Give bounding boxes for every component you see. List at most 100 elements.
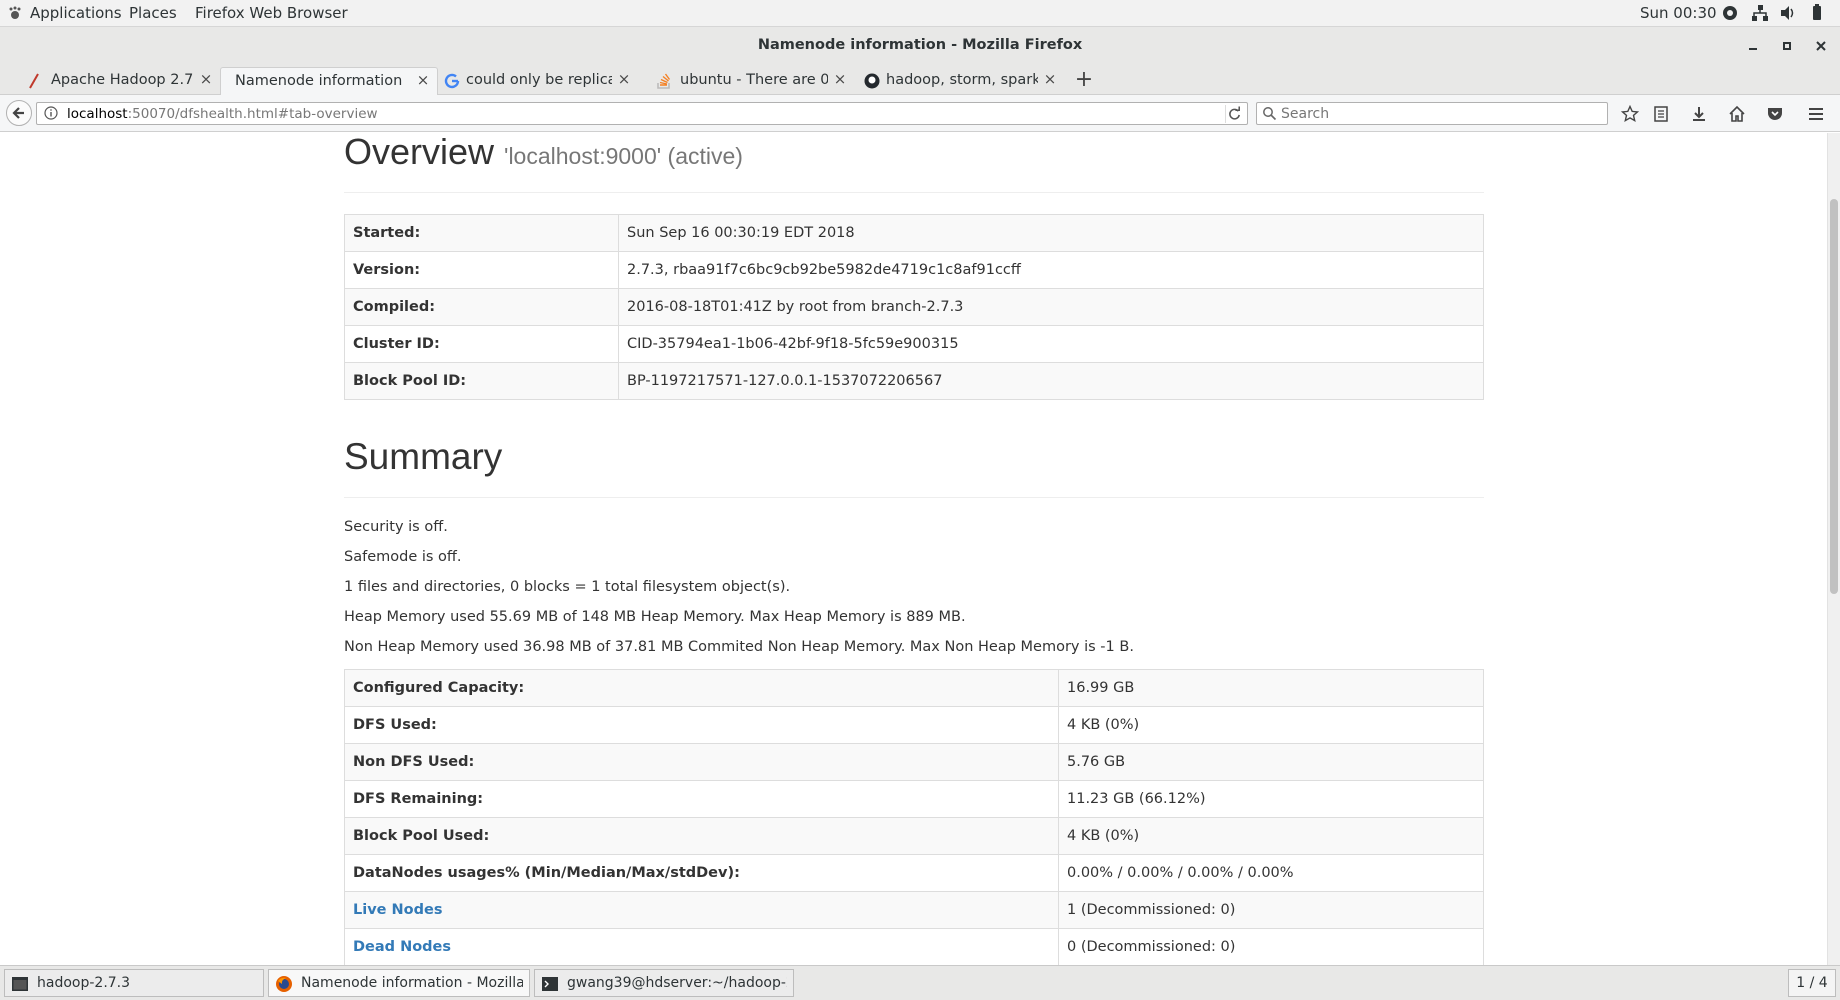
places-menu[interactable]: Places xyxy=(129,4,177,22)
window-title: Namenode information - Mozilla Firefox xyxy=(757,37,1083,53)
firefox-icon xyxy=(276,976,292,992)
row-key-cell: Live Nodes xyxy=(344,891,1059,929)
row-key: DFS Used: xyxy=(344,706,1059,744)
row-value: Sun Sep 16 00:30:19 EDT 2018 xyxy=(618,214,1484,252)
row-value: 1 (Decommissioned: 0) xyxy=(1058,891,1484,929)
tab-close-icon[interactable]: × xyxy=(832,71,848,87)
taskbar-item-label: Namenode information - Mozilla Fir... xyxy=(301,975,523,991)
tab-label: could only be replicat... xyxy=(466,72,612,88)
row-key: Non DFS Used: xyxy=(344,743,1059,781)
row-value: 2016-08-18T01:41Z by root from branch-2.… xyxy=(618,288,1484,326)
new-tab-button[interactable]: + xyxy=(1072,65,1096,95)
tab-could-only-be-replicated[interactable]: could only be replicat... × xyxy=(438,67,638,95)
divider xyxy=(344,497,1484,498)
maximize-icon[interactable] xyxy=(1778,37,1796,55)
dead-nodes-link[interactable]: Dead Nodes xyxy=(353,939,451,955)
firefox-app-menu[interactable]: Firefox Web Browser xyxy=(195,4,348,22)
taskbar-item-terminal[interactable]: gwang39@hdserver:~/hadoop-2.7.3 xyxy=(534,969,794,997)
summary-heading: Summary xyxy=(344,436,503,477)
filesystem-objects: 1 files and directories, 0 blocks = 1 to… xyxy=(344,579,791,595)
window-list-taskbar: hadoop-2.7.3 Namenode information - Mozi… xyxy=(0,965,1840,1000)
network-icon[interactable] xyxy=(1751,4,1769,22)
overview-heading: Overview 'localhost:9000' (active) xyxy=(344,133,743,173)
row-value: 5.76 GB xyxy=(1058,743,1484,781)
tab-close-icon[interactable]: × xyxy=(198,71,214,87)
hamburger-menu-icon[interactable] xyxy=(1807,105,1825,123)
pocket-icon[interactable] xyxy=(1766,105,1784,123)
divider xyxy=(344,192,1484,193)
tab-close-icon[interactable]: × xyxy=(1042,71,1058,87)
url-host: localhost xyxy=(67,106,128,122)
table-row: Block Pool Used: 4 KB (0%) xyxy=(344,817,1484,855)
terminal-icon xyxy=(542,977,558,991)
applications-menu[interactable]: Applications xyxy=(30,4,122,22)
row-value: 0.00% / 0.00% / 0.00% / 0.00% xyxy=(1058,854,1484,892)
table-row: Live Nodes 1 (Decommissioned: 0) xyxy=(344,891,1484,929)
back-button[interactable] xyxy=(6,100,32,126)
clock[interactable]: Sun 00:30 xyxy=(1640,4,1717,22)
search-placeholder: Search xyxy=(1281,106,1330,122)
safemode-status: Safemode is off. xyxy=(344,549,462,565)
hadoop-feather-icon xyxy=(29,73,39,89)
heap-memory: Heap Memory used 55.69 MB of 148 MB Heap… xyxy=(344,609,966,625)
row-value: BP-1197217571-127.0.0.1-1537072206567 xyxy=(618,362,1484,400)
tab-github-hadoop[interactable]: hadoop, storm, spark,... × xyxy=(856,67,1064,95)
search-bar[interactable]: Search xyxy=(1256,102,1608,125)
row-value: 2.7.3, rbaa91f7c6bc9cb92be5982de4719c1c8… xyxy=(618,251,1484,289)
row-value: 4 KB (0%) xyxy=(1058,817,1484,855)
non-heap-memory: Non Heap Memory used 36.98 MB of 37.81 M… xyxy=(344,639,1134,655)
page-content: Overview 'localhost:9000' (active) Start… xyxy=(0,133,1827,965)
accessibility-icon[interactable] xyxy=(1721,4,1739,22)
search-icon xyxy=(1263,107,1277,121)
table-row: DFS Remaining: 11.23 GB (66.12%) xyxy=(344,780,1484,818)
scrollbar-thumb[interactable] xyxy=(1830,199,1838,594)
site-info-icon[interactable] xyxy=(44,106,58,120)
url-bar[interactable]: localhost:50070/dfshealth.html#tab-overv… xyxy=(36,102,1248,125)
tab-close-icon[interactable]: × xyxy=(415,72,431,88)
url-path: :50070/dfshealth.html#tab-overview xyxy=(127,106,378,122)
tab-label: Apache Hadoop 2.7.3 ... xyxy=(51,72,194,88)
row-key: Block Pool ID: xyxy=(344,362,619,400)
volume-icon[interactable] xyxy=(1779,4,1797,22)
downloads-icon[interactable] xyxy=(1690,105,1708,123)
gnome-top-bar: Applications Places Firefox Web Browser … xyxy=(0,0,1840,27)
taskbar-item-label: gwang39@hdserver:~/hadoop-2.7.3 xyxy=(567,975,787,991)
tab-namenode-information[interactable]: Namenode information × xyxy=(220,67,438,96)
navigation-bar: localhost:50070/dfshealth.html#tab-overv… xyxy=(0,95,1840,132)
tab-close-icon[interactable]: × xyxy=(616,71,632,87)
workspace-indicator[interactable]: 1 / 4 xyxy=(1788,969,1836,997)
taskbar-item-hadoop-folder[interactable]: hadoop-2.7.3 xyxy=(4,969,264,997)
row-value: 11.23 GB (66.12%) xyxy=(1058,780,1484,818)
security-status: Security is off. xyxy=(344,519,448,535)
terminal-icon xyxy=(12,977,28,991)
summary-table: Configured Capacity: 16.99 GB DFS Used: 4 … xyxy=(344,669,1484,965)
row-value: 16.99 GB xyxy=(1058,669,1484,707)
table-row: Non DFS Used: 5.76 GB xyxy=(344,743,1484,781)
reload-icon[interactable] xyxy=(1225,105,1243,123)
close-window-icon[interactable] xyxy=(1812,37,1830,55)
live-nodes-link[interactable]: Live Nodes xyxy=(353,902,443,918)
taskbar-item-firefox[interactable]: Namenode information - Mozilla Fir... xyxy=(268,969,530,997)
taskbar-item-label: hadoop-2.7.3 xyxy=(37,975,131,991)
table-row: Dead Nodes 0 (Decommissioned: 0) xyxy=(344,928,1484,965)
power-icon[interactable] xyxy=(1808,4,1826,22)
bookmark-star-icon[interactable] xyxy=(1621,105,1639,123)
table-row: Compiled: 2016-08-18T01:41Z by root from … xyxy=(344,288,1484,326)
tab-apache-hadoop[interactable]: Apache Hadoop 2.7.3 ... × xyxy=(12,67,220,95)
row-key: Version: xyxy=(344,251,619,289)
table-row: Block Pool ID: BP-1197217571-127.0.0.1-15… xyxy=(344,362,1484,400)
bookmarks-menu-icon[interactable] xyxy=(1652,105,1670,123)
table-row: Configured Capacity: 16.99 GB xyxy=(344,669,1484,707)
page-scrollbar[interactable] xyxy=(1827,133,1840,965)
github-icon xyxy=(864,73,880,89)
row-key-cell: Dead Nodes xyxy=(344,928,1059,965)
url-text: localhost:50070/dfshealth.html#tab-overv… xyxy=(67,106,378,122)
back-arrow-icon xyxy=(12,107,24,119)
overview-table: Started: Sun Sep 16 00:30:19 EDT 2018 Ver… xyxy=(344,214,1484,400)
minimize-icon[interactable] xyxy=(1744,37,1762,55)
row-value: 0 (Decommissioned: 0) xyxy=(1058,928,1484,965)
row-key: Compiled: xyxy=(344,288,619,326)
home-icon[interactable] xyxy=(1728,105,1746,123)
google-icon xyxy=(444,73,460,89)
tab-ubuntu-stackoverflow[interactable]: ubuntu - There are 0 ... × xyxy=(648,67,854,95)
